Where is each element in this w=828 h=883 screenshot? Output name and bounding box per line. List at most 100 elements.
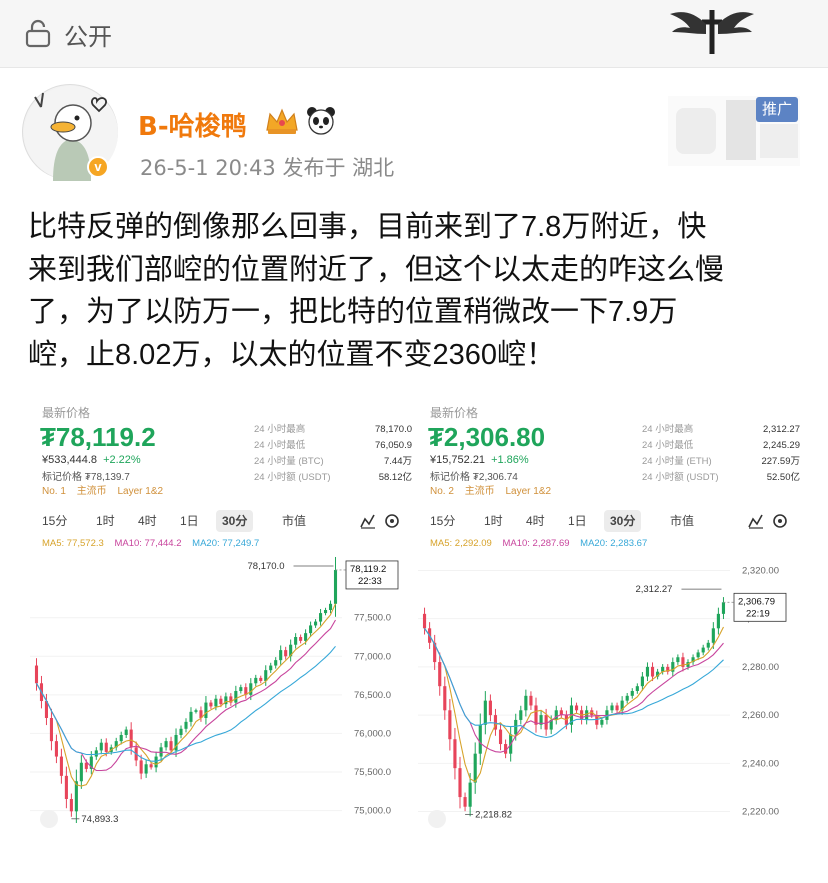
tab-4h[interactable]: 4时 [526,510,545,532]
candle-body [333,569,338,604]
candle-body [299,637,303,641]
tag-layer: Layer 1&2 [505,486,552,497]
winged-cross-ornament-icon [670,10,754,54]
stat-key: 24 小时最低 [642,440,694,451]
y-tick-label: 77,000.0 [354,651,391,662]
tab-15m[interactable]: 15分 [430,510,455,532]
y-tick-label: 2,280.00 [742,662,779,673]
ma20-label: MA20: 77,249.7 [192,538,260,549]
candle-body [635,686,639,691]
candle-body [99,742,103,751]
candle-body [514,719,518,735]
candle-body [328,603,333,610]
candle-body [615,705,619,711]
ma10-label: MA10: 77,444.2 [114,538,182,549]
candle-body [696,652,700,658]
candle-body [294,637,298,645]
low-price-label: 2,218.82 [475,809,512,820]
settings-icon[interactable] [384,513,400,529]
btc-candlestick-chart[interactable]: 77,500.0 77,000.0 76,500.0 76,000.0 75,500.0… [24,550,416,836]
latest-price-label: 最新价格 [430,406,479,420]
candle-body [468,782,472,807]
eth-interval-tabs: 15分 1时 4时 1日 30分 市值 [420,510,796,532]
tab-1h[interactable]: 1时 [484,510,503,532]
tab-1d[interactable]: 1日 [568,510,587,532]
btc-chart-image[interactable]: 最新价格 ₮78,119.2 ¥533,444.8 +2.22% 标记价格 ₮78… [24,402,416,838]
candle-body [284,650,288,657]
candle-body [463,797,467,807]
eth-chart-image[interactable]: 最新价格 ₮2,306.80 ¥15,752.21 +1.86% 标记价格 ₮2,… [412,402,804,838]
post-line: 崆，止8.02万，以太的位置不变2360崆！ [28,338,555,371]
visibility-label: 公开 [64,23,112,51]
tag-layer: Layer 1&2 [117,486,164,497]
candle-body [309,625,313,634]
candle-body [94,750,98,757]
btc-cny-line: ¥533,444.8 +2.22% [42,454,141,466]
candle-body [139,760,143,774]
expand-icon[interactable] [428,810,446,828]
candle-body [711,628,715,643]
candle-body [34,665,39,684]
high-price-label: 2,312.27 [635,584,672,595]
tab-30m-active[interactable]: 30分 [604,510,642,532]
stat-key: 24 小时最低 [254,440,306,451]
candle-body [249,683,253,695]
candle-body [640,676,644,687]
tab-30m-active[interactable]: 30分 [216,510,254,532]
tab-1d[interactable]: 1日 [180,510,199,532]
tag-category: 主流币 [76,486,107,497]
candle-body [650,666,655,677]
settings-icon[interactable] [772,513,788,529]
candle-body [554,710,558,720]
stat-value: 227.59万 [761,456,800,467]
tag-rank: No. 2 [430,486,454,497]
expand-icon[interactable] [40,810,58,828]
stat-value: 2,312.27 [763,424,800,435]
tab-15m[interactable]: 15分 [42,510,67,532]
post-meta: 26-5-1 20:43 发布于 湖北 [140,156,395,180]
candle-body [438,662,442,687]
tab-market-cap[interactable]: 市值 [670,510,694,532]
stat-value: 2,245.29 [763,440,800,451]
panda-icon [307,107,335,135]
ma5-line [424,626,724,783]
candle-body [448,710,452,740]
current-price-label: 2,306.79 [738,596,775,607]
candle-countdown: 22:33 [358,576,382,587]
indicator-icon[interactable] [360,513,376,529]
candle-body [154,756,158,768]
stat-key: 24 小时额 (USDT) [642,472,719,483]
candle-body [534,705,538,725]
lock-icon [25,19,51,48]
tab-market-cap[interactable]: 市值 [282,510,306,532]
eth-ma-legend: MA5: 2,292.09 MA10: 2,287.69 MA20: 2,283… [430,538,655,549]
btc-stats: 24 小时最高 78,170.0 24 小时最低 76,050.9 24 小时量 (… [254,422,412,486]
y-tick-label: 77,500.0 [354,613,391,624]
candle-body [574,705,579,711]
ma5-label: MA5: 77,572.3 [42,538,104,549]
indicator-icon[interactable] [748,513,764,529]
tab-1h[interactable]: 1时 [96,510,115,532]
eth-cny: ¥15,752.21 [430,454,486,466]
candle-body [483,700,487,725]
candle-body [274,660,278,666]
crown-icon [266,108,298,134]
candle-body [204,702,208,718]
author-name[interactable]: B-哈梭鸭 [138,106,247,143]
candle-body [179,728,183,735]
visibility-bar: 公开 [0,0,828,68]
eth-candlestick-chart[interactable]: 2,320.002,300.002,280.002,260.002,240.00… [412,550,804,836]
candle-body [473,753,477,783]
tab-4h[interactable]: 4时 [138,510,157,532]
candle-body [443,686,447,711]
candle-body [422,613,427,629]
candle-body [84,762,88,769]
post-line: 比特反弹的倒像那么回事，目前来到了7.8万附近，快 [28,211,707,243]
y-tick-label: 76,500.0 [354,690,391,701]
btc-tags: No. 1 主流币 Layer 1&2 [42,482,171,497]
y-tick-label: 2,220.00 [742,807,779,818]
candle-body [319,613,323,622]
promo-badge[interactable]: 推广 [756,97,798,122]
candle-body [69,799,73,812]
candle-body [498,729,503,745]
